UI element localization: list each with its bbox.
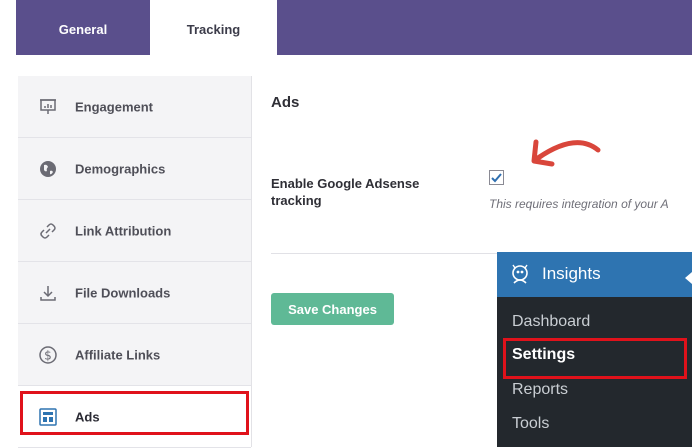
wp-menu-item-dashboard[interactable]: Dashboard [512,313,590,331]
insights-menu-title: Insights [542,264,601,283]
adsense-help-text: This requires integration of your A [489,197,669,211]
section-title: Ads [271,94,300,111]
ad-layout-icon [38,407,58,427]
sidebar-item-demographics[interactable]: Demographics [18,138,251,200]
svg-text:$: $ [44,348,52,362]
globe-icon [38,159,58,179]
sidebar-item-file-downloads[interactable]: File Downloads [18,262,251,324]
tracking-sidebar: Engagement Demographics Link Attribution… [18,76,252,448]
sidebar-item-label: Demographics [75,161,166,176]
wp-admin-insights-menu: Insights Dashboard Settings Reports Tool… [497,252,692,447]
wp-menu-item-settings[interactable]: Settings [512,346,575,364]
sidebar-item-label: File Downloads [75,285,171,300]
presentation-board-icon [38,97,58,117]
red-arrow-annotation-icon [531,139,601,167]
link-icon [38,221,58,241]
sidebar-item-label: Affiliate Links [75,347,161,362]
sidebar-item-label: Engagement [75,99,154,114]
dollar-circle-icon: $ [38,345,58,365]
sidebar-item-link-attribution[interactable]: Link Attribution [18,200,251,262]
save-changes-button[interactable]: Save Changes [271,293,394,325]
adsense-tracking-label: Enable Google Adsense tracking [271,176,420,208]
sidebar-item-label: Ads [75,409,100,424]
download-icon [38,283,58,303]
tab-tracking[interactable]: Tracking [150,0,277,55]
wp-menu-item-tools[interactable]: Tools [512,415,549,433]
sidebar-item-label: Link Attribution [75,223,172,238]
insights-menu-header[interactable]: Insights [497,252,692,297]
sidebar-item-ads[interactable]: Ads [18,386,251,448]
tab-general[interactable]: General [16,0,150,55]
adsense-tracking-checkbox[interactable] [489,170,504,185]
menu-caret-icon [685,272,692,284]
sidebar-item-affiliate-links[interactable]: $ Affiliate Links [18,324,251,386]
wp-menu-item-reports[interactable]: Reports [512,381,568,399]
insights-logo-icon [509,263,531,285]
sidebar-item-engagement[interactable]: Engagement [18,76,251,138]
